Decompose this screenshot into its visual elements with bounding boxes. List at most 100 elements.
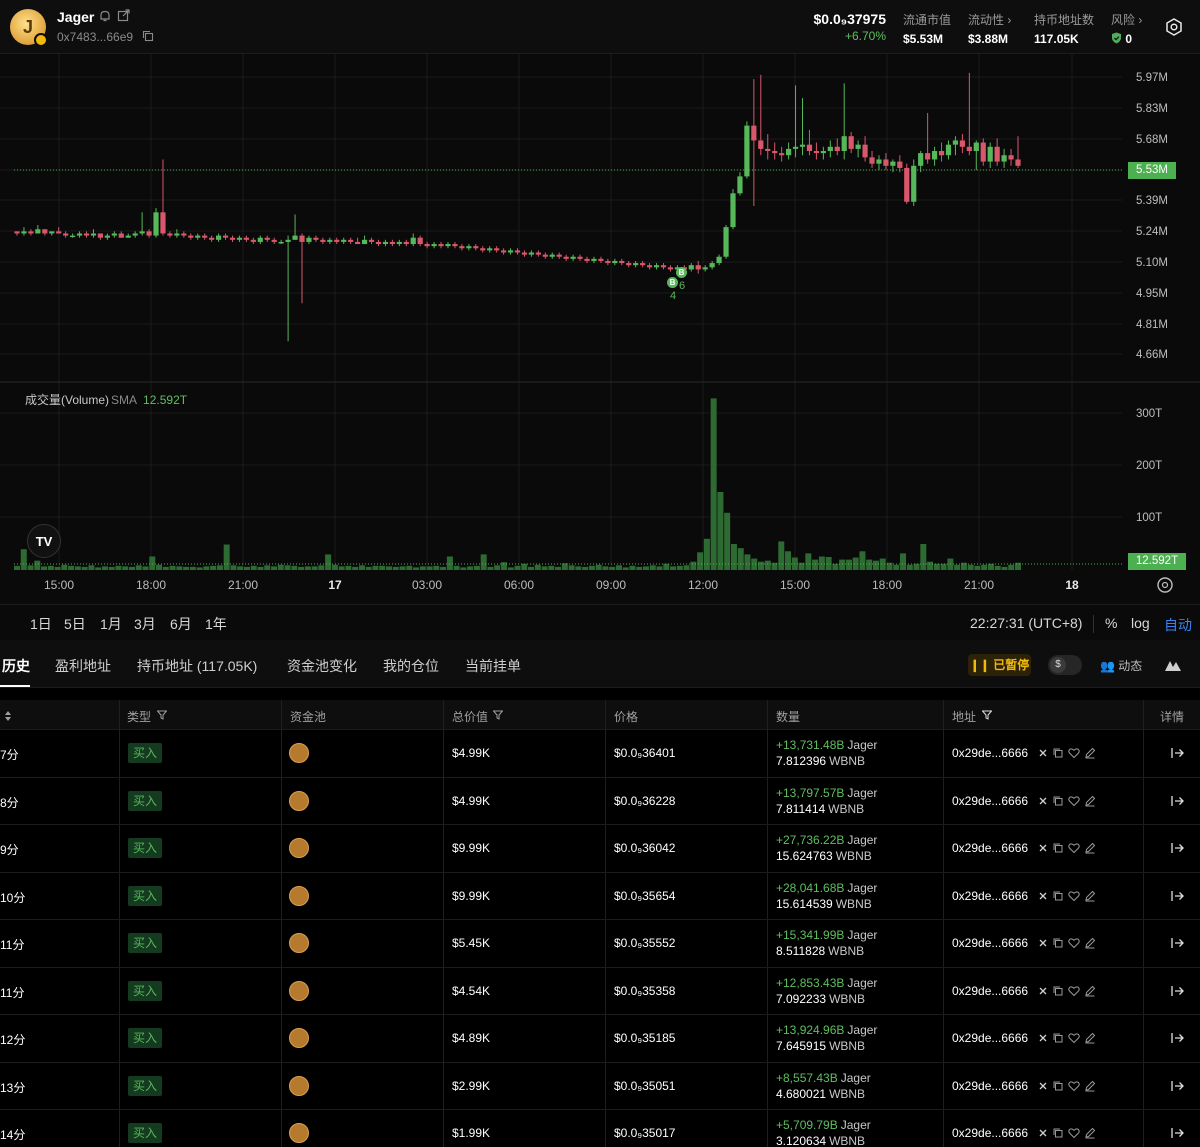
volume-bar[interactable]	[406, 565, 413, 570]
candle-body[interactable]	[702, 267, 708, 270]
volume-bar[interactable]	[338, 566, 345, 570]
volume-bar[interactable]	[534, 564, 541, 570]
volume-bar[interactable]	[954, 564, 961, 570]
volume-bar[interactable]	[967, 564, 974, 570]
candle-body[interactable]	[695, 265, 701, 270]
volume-bar[interactable]	[507, 567, 514, 570]
heart-icon[interactable]	[1068, 1080, 1080, 1092]
volume-bar[interactable]	[697, 552, 704, 570]
tab-history[interactable]: 历史	[2, 656, 30, 676]
detail-arrow-icon[interactable]	[1170, 841, 1184, 855]
volume-bar[interactable]	[41, 566, 48, 570]
volume-bar[interactable]	[717, 492, 724, 570]
close-icon[interactable]	[1037, 937, 1049, 949]
heart-icon[interactable]	[1068, 937, 1080, 949]
external-link-icon[interactable]	[117, 9, 130, 22]
candle-body[interactable]	[368, 239, 375, 242]
volume-bar[interactable]	[210, 565, 217, 570]
candle-body[interactable]	[605, 260, 611, 264]
volume-bar[interactable]	[372, 565, 379, 570]
volume-bar[interactable]	[575, 566, 582, 570]
candle-body[interactable]	[772, 151, 778, 154]
candle-body[interactable]	[521, 252, 528, 255]
candle-body[interactable]	[160, 212, 166, 234]
volume-bar[interactable]	[271, 566, 278, 570]
volume-bar[interactable]	[920, 544, 927, 570]
range-6m-button[interactable]: 6月	[170, 614, 192, 634]
volume-bar[interactable]	[974, 565, 981, 570]
candle-body[interactable]	[598, 258, 604, 261]
paused-button[interactable]: ❙❙ 已暂停	[968, 654, 1031, 676]
edit-icon[interactable]	[1084, 1127, 1096, 1139]
candle-body[interactable]	[959, 140, 965, 147]
copy-icon[interactable]	[1052, 842, 1064, 854]
candle-body[interactable]	[723, 227, 729, 257]
candle-body[interactable]	[236, 237, 243, 240]
candle-body[interactable]	[806, 144, 813, 152]
candle-body[interactable]	[1008, 155, 1014, 160]
candle-body[interactable]	[215, 235, 222, 240]
volume-bar[interactable]	[291, 565, 298, 570]
pancakeswap-icon[interactable]	[289, 743, 309, 763]
stat-liquidity[interactable]: 流动性 › $3.88M	[968, 11, 1011, 46]
candle-body[interactable]	[28, 231, 34, 234]
table-row[interactable]: 13分 买入 $2.99K $0.0₉35051 +8,557.43B Jager 4.68…	[0, 1063, 1200, 1110]
detail-arrow-icon[interactable]	[1170, 936, 1184, 950]
copy-icon[interactable]	[142, 30, 154, 42]
volume-bar[interactable]	[906, 564, 913, 570]
candle-body[interactable]	[222, 235, 229, 238]
volume-bar[interactable]	[446, 556, 453, 570]
detail-arrow-icon[interactable]	[1170, 984, 1184, 998]
volume-bar[interactable]	[413, 567, 420, 570]
candle-body[interactable]	[320, 239, 326, 242]
candle-body[interactable]	[452, 244, 458, 247]
candle-body[interactable]	[1015, 159, 1021, 166]
candle-body[interactable]	[466, 246, 472, 249]
candle-body[interactable]	[737, 176, 743, 194]
mountain-icon[interactable]	[1164, 658, 1182, 672]
candle-body[interactable]	[278, 241, 284, 244]
candle-body[interactable]	[890, 161, 896, 166]
candle-body[interactable]	[35, 229, 41, 234]
volume-bar[interactable]	[582, 566, 589, 570]
volume-bar[interactable]	[622, 567, 629, 570]
candle-body[interactable]	[869, 157, 875, 164]
volume-bar[interactable]	[555, 566, 562, 570]
candle-body[interactable]	[313, 237, 319, 240]
candle-body[interactable]	[904, 167, 910, 202]
candle-body[interactable]	[209, 237, 215, 240]
candle-body[interactable]	[438, 244, 444, 247]
volume-bar[interactable]	[135, 565, 142, 570]
volume-bar[interactable]	[500, 562, 507, 570]
candle-body[interactable]	[848, 136, 854, 149]
candle-body[interactable]	[653, 265, 660, 268]
volume-bar[interactable]	[304, 566, 311, 570]
candle-body[interactable]	[709, 263, 715, 268]
volume-bar[interactable]	[352, 566, 359, 570]
volume-bar[interactable]	[690, 561, 697, 570]
volume-bar[interactable]	[893, 564, 900, 570]
volume-bar[interactable]	[20, 549, 27, 570]
candle-body[interactable]	[202, 235, 208, 238]
candle-body[interactable]	[480, 248, 486, 251]
volume-bar[interactable]	[866, 559, 873, 570]
volume-bar[interactable]	[61, 564, 68, 570]
candle-body[interactable]	[584, 258, 590, 261]
volume-bar[interactable]	[785, 551, 792, 570]
volume-bar[interactable]	[47, 565, 54, 570]
tab-open-orders[interactable]: 当前挂单	[465, 656, 521, 676]
volume-bar[interactable]	[264, 565, 271, 570]
volume-bar[interactable]	[115, 565, 122, 570]
candle-body[interactable]	[640, 263, 646, 266]
candle-body[interactable]	[751, 125, 757, 141]
copy-icon[interactable]	[1052, 1127, 1064, 1139]
range-1m-button[interactable]: 1月	[100, 614, 122, 634]
copy-icon[interactable]	[1052, 1080, 1064, 1092]
volume-bar[interactable]	[101, 566, 108, 570]
candle-body[interactable]	[667, 267, 674, 270]
volume-bar[interactable]	[277, 564, 284, 570]
edit-icon[interactable]	[1084, 1032, 1096, 1044]
copy-icon[interactable]	[1052, 747, 1064, 759]
volume-bar[interactable]	[778, 541, 785, 570]
candle-body[interactable]	[125, 235, 131, 238]
